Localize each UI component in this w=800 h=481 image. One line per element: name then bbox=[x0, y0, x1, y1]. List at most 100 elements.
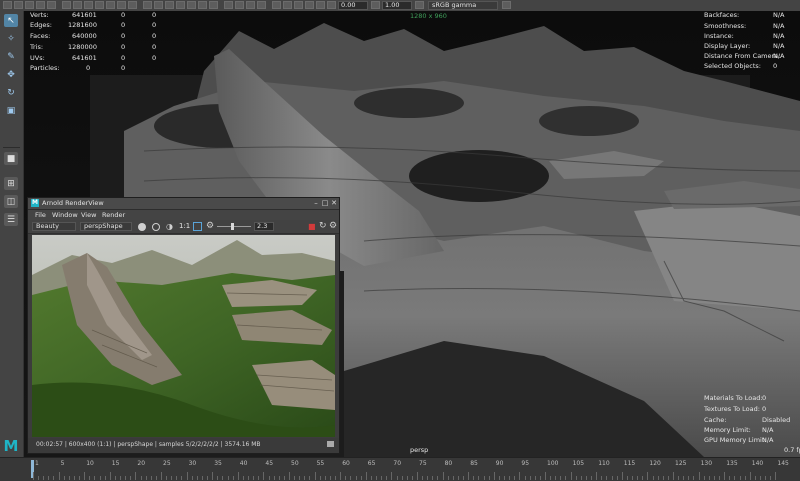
frame-tick bbox=[493, 472, 495, 480]
snapshot-icon[interactable]: ◑ bbox=[166, 223, 174, 231]
xray-active-icon[interactable] bbox=[246, 1, 255, 9]
safe-title-icon[interactable] bbox=[128, 1, 137, 9]
hud-value: 0 bbox=[152, 54, 157, 62]
bookmarks-icon[interactable] bbox=[14, 1, 23, 9]
textured-icon[interactable] bbox=[176, 1, 185, 9]
hud-icon[interactable] bbox=[272, 1, 281, 9]
hud-label: Memory Limit: bbox=[704, 426, 751, 434]
frame-tick-label: 30 bbox=[188, 460, 197, 467]
hud-value: 0 bbox=[773, 62, 778, 70]
xray-joints-icon[interactable] bbox=[257, 1, 266, 9]
exposure-field[interactable]: 0.00 bbox=[338, 1, 368, 10]
aov-value: Beauty bbox=[36, 222, 59, 230]
screen-space-ao-icon[interactable] bbox=[316, 1, 325, 9]
safe-action-icon[interactable] bbox=[117, 1, 126, 9]
camera-attributes-icon[interactable] bbox=[3, 1, 12, 9]
color-management-icon[interactable] bbox=[415, 1, 424, 9]
image-plane-icon[interactable] bbox=[25, 1, 34, 9]
frame-tick bbox=[519, 472, 521, 480]
paint-select-tool-icon[interactable]: ✎ bbox=[4, 50, 18, 63]
view-transform-dropdown[interactable]: sRGB gamma bbox=[428, 1, 498, 10]
time-slider[interactable]: 1 5 10 15 20 25 30 35 40 45 50 55 60 65 70 75 80 85 90 95 10… bbox=[0, 457, 800, 481]
maximize-button[interactable]: □ bbox=[321, 199, 329, 207]
menu-window[interactable]: Window bbox=[52, 211, 78, 219]
move-tool-icon[interactable]: ✥ bbox=[4, 68, 18, 81]
renderview-titlebar[interactable]: M Arnold RenderView – □ ✕ bbox=[28, 198, 339, 210]
dof-icon[interactable] bbox=[294, 1, 303, 9]
frame-tick-label: 80 bbox=[444, 460, 453, 467]
frame-tick bbox=[698, 472, 700, 480]
gate-mask-icon[interactable] bbox=[95, 1, 104, 9]
frame-minor-tick bbox=[196, 476, 198, 480]
close-button[interactable]: ✕ bbox=[330, 199, 338, 207]
menu-file[interactable]: File bbox=[35, 211, 46, 219]
rendered-image[interactable] bbox=[32, 235, 335, 437]
ambient-occlusion-icon[interactable] bbox=[209, 1, 218, 9]
panel-options-icon[interactable] bbox=[502, 1, 511, 9]
hud-label: Textures To Load: bbox=[704, 405, 760, 413]
frame-minor-tick bbox=[53, 476, 55, 480]
refresh-render-icon[interactable]: ↻ bbox=[319, 221, 327, 232]
exposure-icon[interactable] bbox=[327, 1, 336, 9]
exposure-gear-icon[interactable]: ⚙ bbox=[206, 221, 214, 232]
aa-icon[interactable] bbox=[283, 1, 292, 9]
frame-minor-tick bbox=[89, 476, 91, 480]
lights-icon[interactable] bbox=[187, 1, 196, 9]
hud-value: 0 bbox=[152, 43, 157, 51]
frame-minor-tick bbox=[38, 476, 40, 480]
outliner-layout-icon[interactable]: ☰ bbox=[4, 213, 18, 226]
hud-value: N/A bbox=[773, 52, 785, 60]
four-view-icon[interactable]: ⊞ bbox=[4, 177, 18, 190]
wireframe-icon[interactable] bbox=[143, 1, 152, 9]
film-gate-icon[interactable] bbox=[73, 1, 82, 9]
lasso-tool-icon[interactable]: ✧ bbox=[4, 32, 18, 45]
wireframe-on-shaded-icon[interactable] bbox=[165, 1, 174, 9]
rotate-tool-icon[interactable]: ↻ bbox=[4, 86, 18, 99]
exposure-value[interactable]: 2.3 bbox=[254, 222, 274, 231]
render-region-icon[interactable] bbox=[138, 223, 146, 231]
frame-minor-tick bbox=[591, 476, 593, 480]
menu-render[interactable]: Render bbox=[102, 211, 125, 219]
grid-icon[interactable] bbox=[62, 1, 71, 9]
scale-tool-icon[interactable]: ▣ bbox=[4, 104, 18, 117]
ratio-label[interactable]: 1:1 bbox=[179, 222, 190, 230]
frame-tick-label: 65 bbox=[367, 460, 376, 467]
select-tool-icon[interactable]: ↖ bbox=[4, 14, 18, 27]
hud-label: Display Layer: bbox=[704, 42, 751, 50]
camera-dropdown[interactable]: perspShape bbox=[80, 222, 132, 231]
settings-gear-icon[interactable]: ⚙ bbox=[329, 221, 337, 232]
grease-pencil-icon[interactable] bbox=[47, 1, 56, 9]
frame-minor-tick bbox=[191, 476, 193, 480]
color-channels-icon[interactable] bbox=[152, 223, 160, 231]
two-view-icon[interactable]: ◫ bbox=[4, 195, 18, 208]
motion-blur-icon[interactable] bbox=[305, 1, 314, 9]
exposure-slider[interactable] bbox=[217, 223, 251, 230]
expand-status-icon[interactable] bbox=[327, 441, 334, 447]
field-chart-icon[interactable] bbox=[106, 1, 115, 9]
smooth-shade-icon[interactable] bbox=[154, 1, 163, 9]
hud-value: N/A bbox=[762, 436, 774, 444]
crop-region-icon[interactable] bbox=[193, 222, 202, 231]
frame-minor-tick bbox=[155, 476, 157, 480]
frame-minor-tick bbox=[652, 476, 654, 480]
gamma-field[interactable]: 1.00 bbox=[382, 1, 412, 10]
frame-minor-tick bbox=[171, 476, 173, 480]
gamma-icon[interactable] bbox=[371, 1, 380, 9]
minimize-button[interactable]: – bbox=[312, 199, 320, 207]
exposure-slider-handle[interactable] bbox=[231, 223, 234, 230]
frame-tick-label: 115 bbox=[623, 460, 636, 467]
frame-tick bbox=[596, 472, 598, 480]
frame-minor-tick bbox=[335, 476, 337, 480]
arnold-renderview-window[interactable]: M Arnold RenderView – □ ✕ File Window Vi… bbox=[27, 197, 340, 454]
shadows-icon[interactable] bbox=[198, 1, 207, 9]
single-perspective-view-icon[interactable]: ■ bbox=[4, 152, 18, 165]
stop-render-icon[interactable]: ■ bbox=[308, 223, 316, 231]
menu-view[interactable]: View bbox=[81, 211, 96, 219]
resolution-gate-icon[interactable] bbox=[84, 1, 93, 9]
frame-minor-tick bbox=[734, 476, 736, 480]
xray-icon[interactable] bbox=[235, 1, 244, 9]
frame-tick bbox=[468, 472, 470, 480]
aov-dropdown[interactable]: Beauty bbox=[32, 222, 76, 231]
2d-pan-zoom-icon[interactable] bbox=[36, 1, 45, 9]
isolate-select-icon[interactable] bbox=[224, 1, 233, 9]
